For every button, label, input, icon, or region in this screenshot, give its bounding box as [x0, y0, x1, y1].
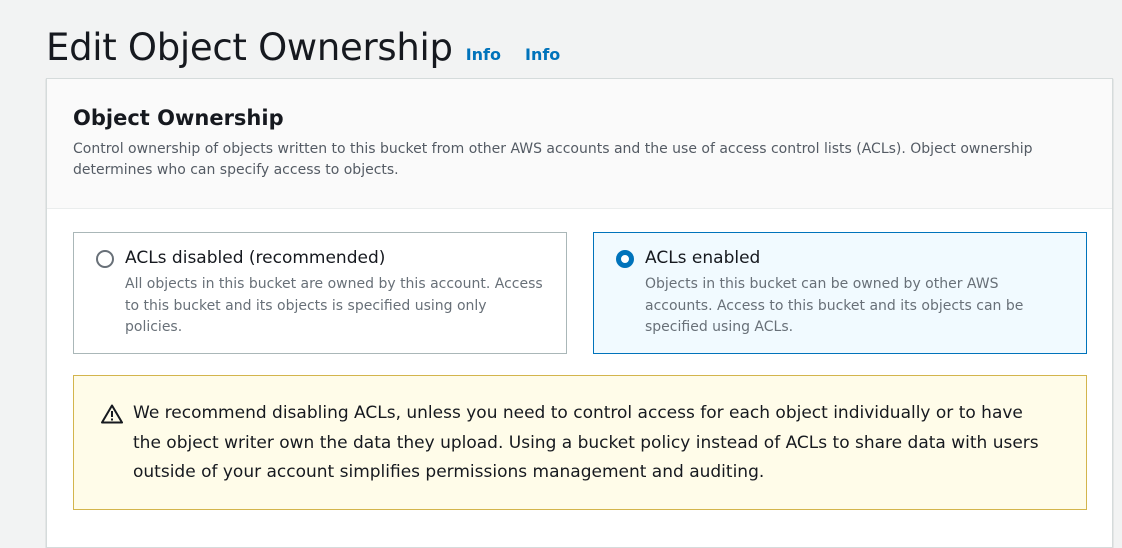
info-link[interactable]: Info: [466, 45, 501, 64]
option-acls-enabled[interactable]: ACLs enabled Objects in this bucket can …: [593, 232, 1087, 354]
object-ownership-container: Object Ownership Control ownership of ob…: [46, 78, 1113, 548]
ownership-options: ACLs disabled (recommended) All objects …: [73, 232, 1087, 354]
page-title: Edit Object Ownership: [46, 26, 453, 69]
section-description: Control ownership of objects written to …: [73, 141, 1033, 178]
alert-text: We recommend disabling ACLs, unless you …: [133, 403, 1039, 482]
info-link-secondary[interactable]: Info: [525, 45, 560, 64]
warning-alert: We recommend disabling ACLs, unless you …: [73, 375, 1087, 510]
warning-icon: [101, 404, 123, 424]
radio-acls-disabled[interactable]: [96, 250, 114, 268]
option-description: Objects in this bucket can be owned by o…: [645, 276, 1024, 335]
option-acls-disabled[interactable]: ACLs disabled (recommended) All objects …: [73, 232, 567, 354]
option-description: All objects in this bucket are owned by …: [125, 276, 543, 335]
container-header: Object Ownership Control ownership of ob…: [47, 79, 1112, 209]
option-label: ACLs enabled: [645, 248, 761, 268]
radio-acls-enabled[interactable]: [616, 250, 634, 268]
page-header: Edit Object Ownership Info Info: [46, 26, 560, 69]
section-title: Object Ownership: [73, 106, 284, 130]
option-label: ACLs disabled (recommended): [125, 248, 386, 268]
